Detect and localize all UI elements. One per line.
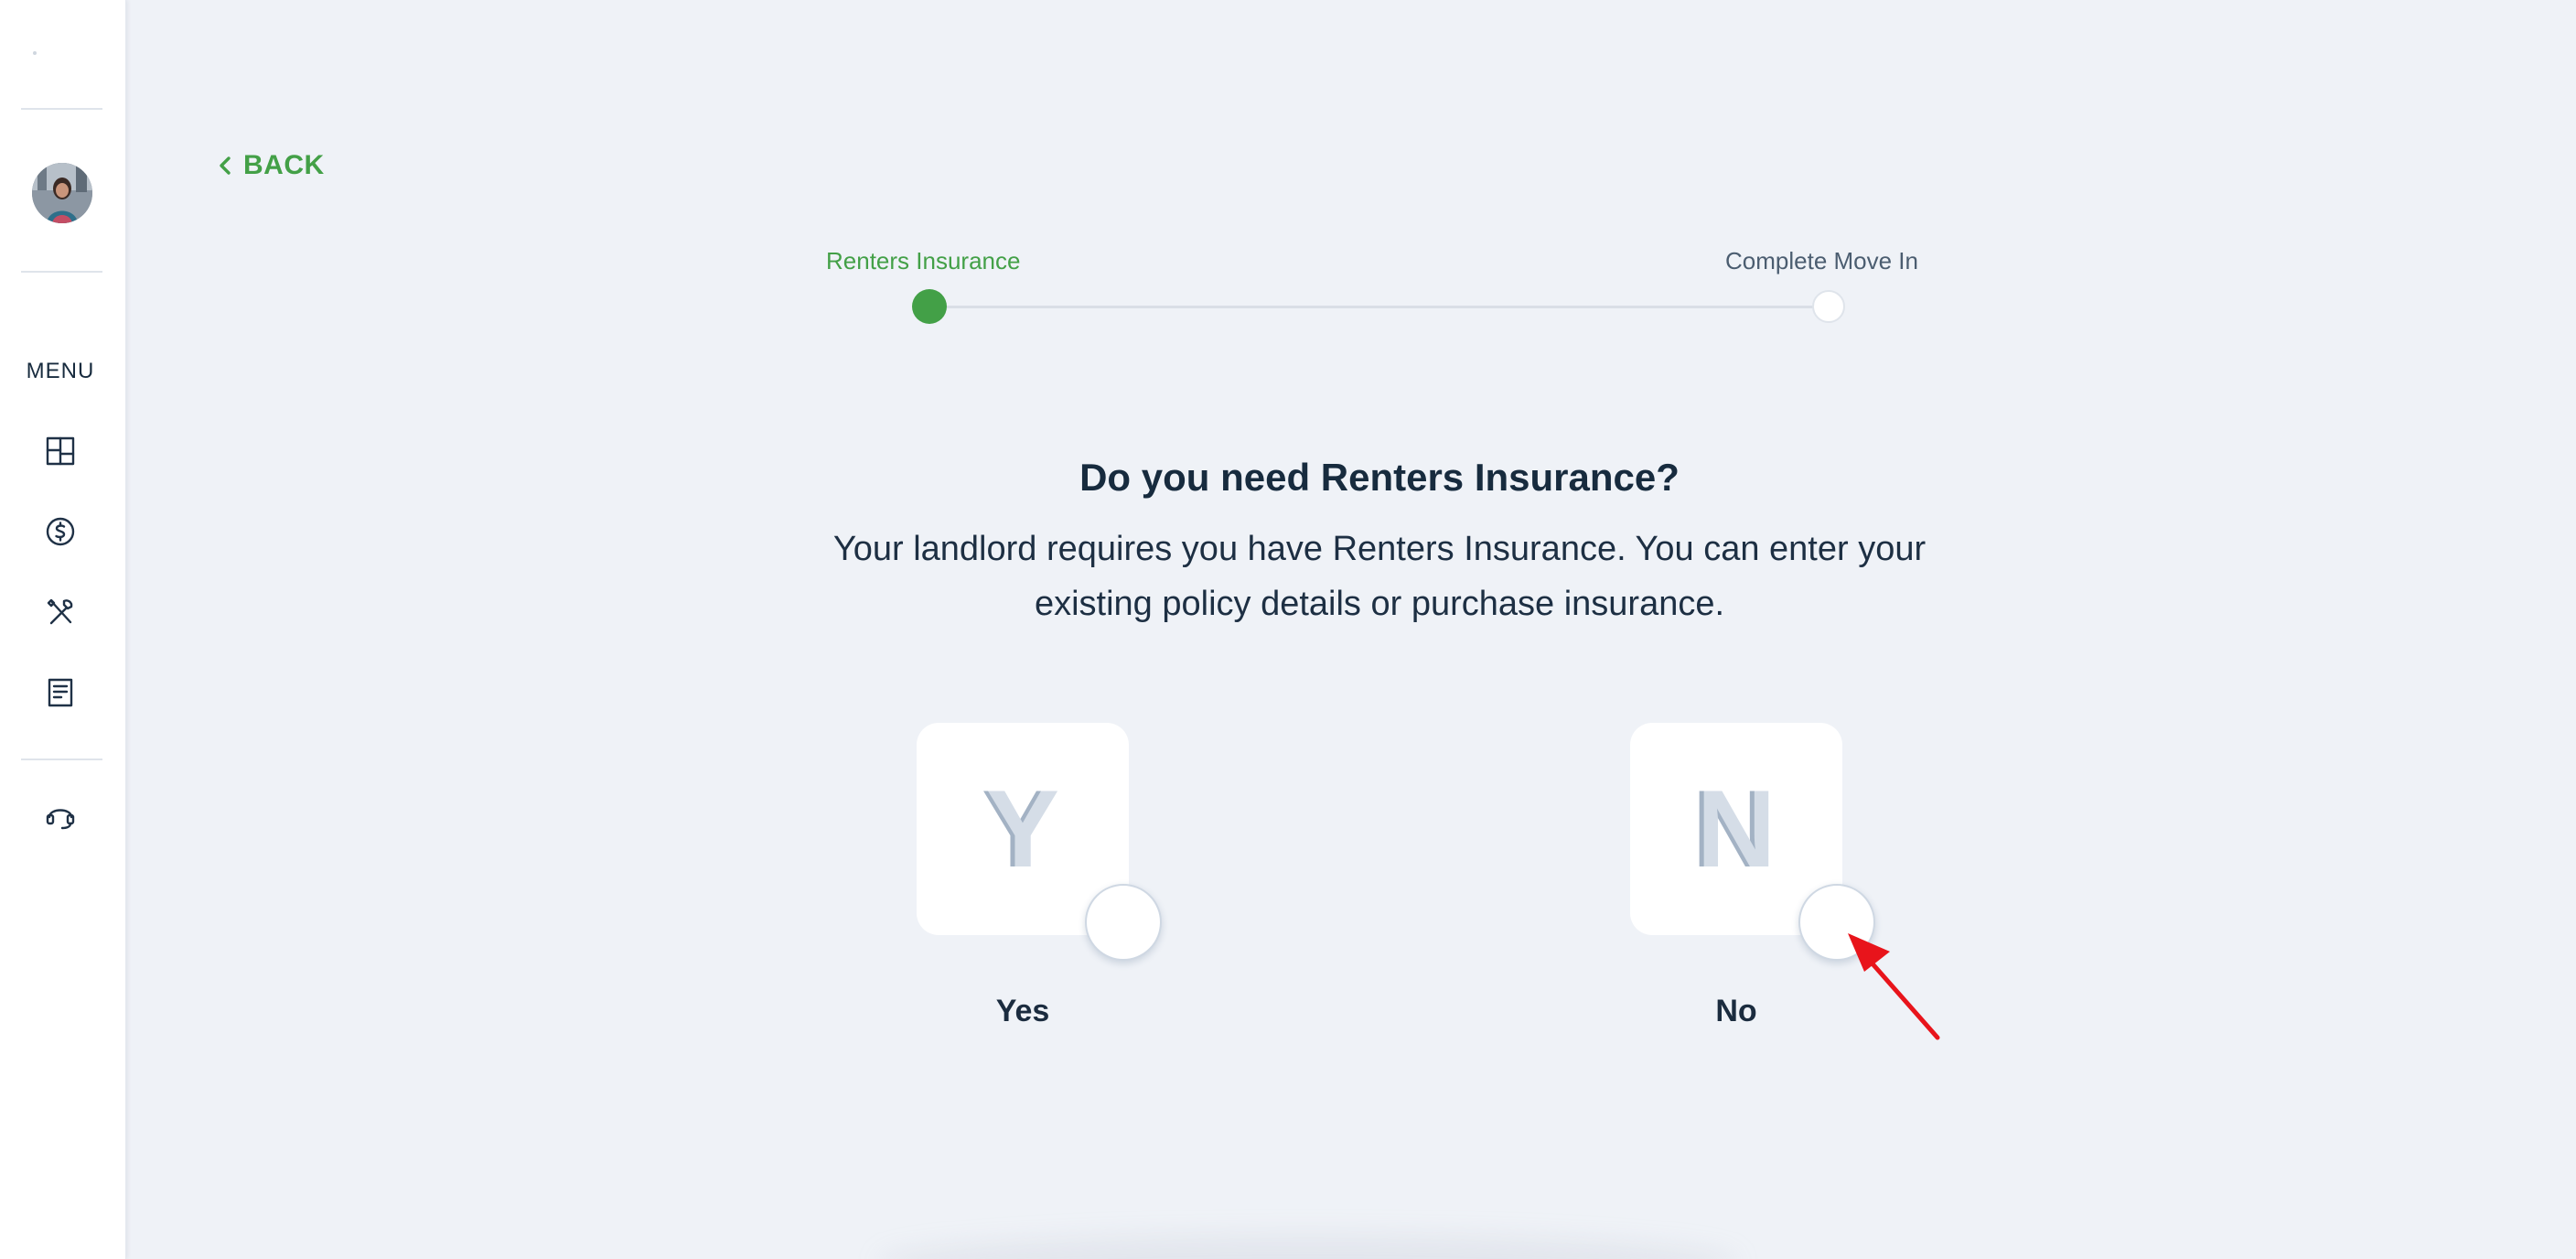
step-dot-inactive — [1812, 290, 1845, 323]
headset-icon[interactable] — [42, 797, 79, 834]
option-yes[interactable]: Y Yes — [917, 723, 1162, 1028]
logo[interactable] — [33, 51, 37, 55]
annotation-arrow-icon — [1848, 933, 1940, 1040]
option-letter-no: N — [1696, 768, 1776, 890]
tools-icon[interactable] — [42, 594, 79, 630]
option-label-no: No — [1715, 994, 1757, 1028]
stepper-track — [929, 306, 1830, 308]
sidebar-divider — [21, 108, 102, 110]
avatar[interactable] — [32, 163, 92, 223]
step-label-renters-insurance: Renters Insurance — [826, 247, 1021, 274]
chevron-left-icon — [220, 156, 231, 175]
sidebar-divider — [21, 271, 102, 273]
sidebar: MENU — [0, 0, 126, 1259]
menu-label: MENU — [26, 359, 95, 383]
radio-yes[interactable] — [1085, 884, 1162, 961]
avatar-image — [32, 163, 92, 223]
option-no[interactable]: N No — [1630, 723, 1875, 1028]
back-label: BACK — [243, 150, 325, 180]
question-description: Your landlord requires you have Renters … — [832, 530, 1927, 623]
document-icon[interactable] — [42, 674, 79, 711]
bottom-shadow — [878, 1235, 1738, 1259]
app-root: MENU BACK Renters Insurance Complete Mov… — [0, 0, 2576, 1259]
sidebar-divider — [21, 759, 102, 760]
dollar-icon[interactable] — [42, 513, 79, 550]
option-letter-yes: Y — [985, 768, 1060, 890]
back-button[interactable]: BACK — [216, 150, 325, 181]
step-dot-active — [912, 289, 947, 324]
option-label-yes: Yes — [995, 994, 1050, 1028]
step-label-complete-move-in: Complete Move In — [1725, 247, 1918, 274]
page-title: Do you need Renters Insurance? — [1079, 456, 1680, 499]
